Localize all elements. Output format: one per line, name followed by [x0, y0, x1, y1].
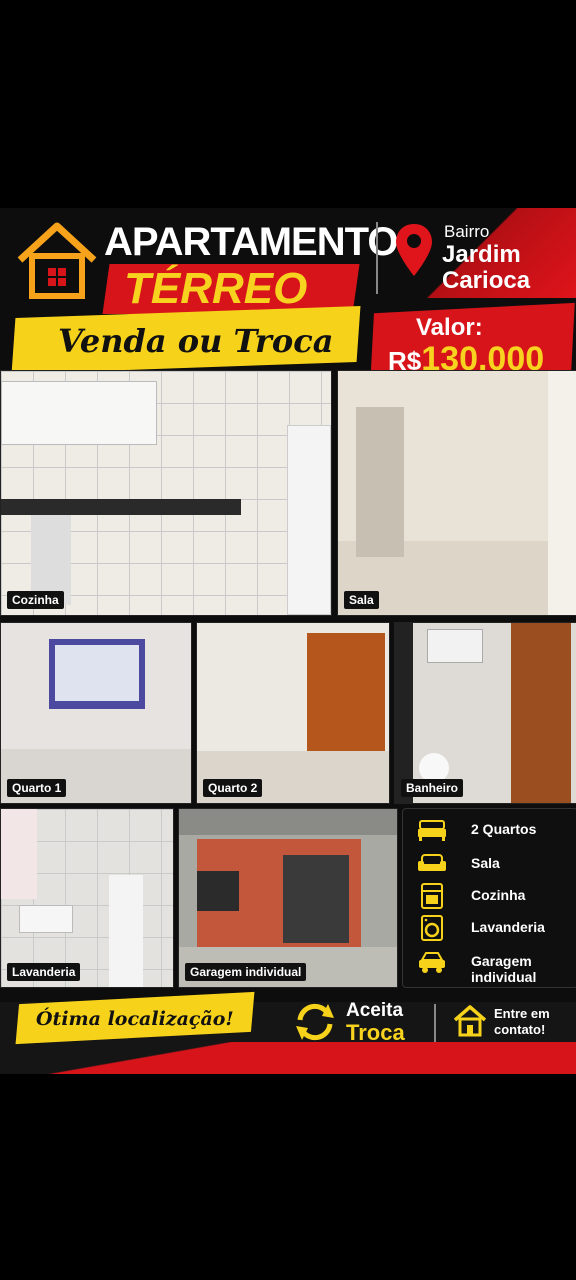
feature-text: Garagem individual [471, 953, 537, 985]
neighborhood-name: Jardim Carioca [442, 241, 531, 294]
photo-cozinha: Cozinha [0, 370, 332, 616]
property-flyer: APARTAMENTO TÉRREO Venda ou Troca Bairro… [0, 208, 576, 1074]
feature-item: Garagem individual [403, 947, 576, 985]
listing-subtitle: TÉRREO [124, 264, 308, 313]
photo-label: Quarto 2 [203, 779, 263, 797]
price-label: Valor: [416, 314, 483, 341]
map-pin-icon [396, 224, 432, 276]
photo-label: Garagem individual [185, 963, 307, 981]
feature-text: Sala [471, 855, 500, 871]
feature-text: Lavanderia [471, 919, 545, 935]
stove-icon [421, 883, 443, 909]
feature-item: Sala [403, 849, 576, 881]
feature-item: Lavanderia [403, 913, 576, 945]
photo-label: Banheiro [401, 779, 464, 797]
neighborhood-label: Bairro [444, 222, 490, 241]
footer-red-stripe [0, 1042, 576, 1074]
feature-item: Cozinha [403, 881, 576, 913]
exchange-arrows-icon [296, 1003, 334, 1041]
feature-text: Cozinha [471, 887, 526, 903]
photo-sala: Sala [337, 370, 576, 616]
trade-text: Troca [346, 1020, 405, 1045]
photo-label: Cozinha [7, 591, 64, 609]
listing-title: APARTAMENTO [104, 220, 398, 264]
location-badge: Ótima localização! [36, 1008, 234, 1030]
feature-item: 2 Quartos [403, 815, 576, 847]
offer-text: Venda ou Troca [58, 322, 334, 360]
contact-cta[interactable]: Entre em contato! [494, 1006, 564, 1038]
home-contact-icon [453, 1005, 487, 1037]
bed-icon [418, 820, 446, 841]
footer-divider [434, 1004, 436, 1042]
house-logo-icon [17, 222, 97, 299]
accepts-text: Aceita [346, 1000, 404, 1021]
feature-text: 2 Quartos [471, 821, 537, 837]
features-panel: 2 Quartos Sala Cozinha Lavanderia Garage… [402, 808, 576, 988]
photo-quarto-1: Quarto 1 [0, 622, 192, 804]
car-icon [419, 952, 445, 973]
photo-label: Quarto 1 [7, 779, 67, 797]
sofa-icon [418, 854, 446, 871]
photo-lavanderia: Lavanderia [0, 808, 174, 988]
photo-label: Lavanderia [7, 963, 81, 981]
header-divider [376, 222, 378, 294]
photo-banheiro: Banheiro [394, 622, 576, 804]
photo-quarto-2: Quarto 2 [196, 622, 390, 804]
photo-label: Sala [344, 591, 379, 609]
photo-garagem: Garagem individual [178, 808, 398, 988]
washing-machine-icon [421, 915, 443, 941]
